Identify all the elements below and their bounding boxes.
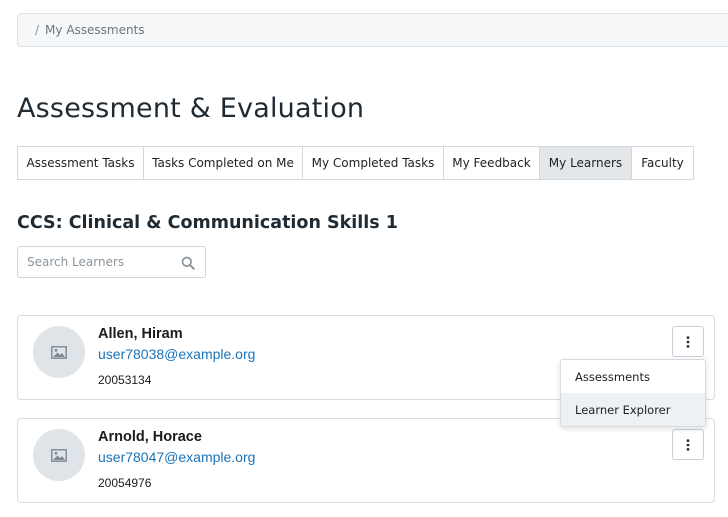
image-placeholder-icon [33,326,85,378]
learner-name: Allen, Hiram [98,326,183,342]
kebab-vertical-icon [686,335,690,348]
breadcrumb: / My Assessments [17,13,728,47]
learner-id: 20054976 [98,476,152,490]
breadcrumb-current[interactable]: My Assessments [45,23,145,37]
menu-item-learner-explorer[interactable]: Learner Explorer [561,393,705,426]
search-input[interactable] [27,248,177,276]
tab-bar: Assessment Tasks Tasks Completed on Me M… [17,146,694,180]
learner-email-link[interactable]: user78038@example.org [98,346,255,362]
page-title: Assessment & Evaluation [17,93,365,124]
learner-options-button[interactable] [672,326,704,357]
search-box [17,246,206,278]
search-icon[interactable] [181,255,195,270]
tab-my-completed-tasks[interactable]: My Completed Tasks [302,146,444,180]
image-placeholder-icon [33,429,85,481]
tab-my-feedback[interactable]: My Feedback [443,146,540,180]
course-title: CCS: Clinical & Communication Skills 1 [17,213,398,233]
breadcrumb-separator: / [35,23,40,37]
learner-options-button[interactable] [672,429,704,460]
learner-options-menu: Assessments Learner Explorer [560,359,706,427]
tab-tasks-completed-on-me[interactable]: Tasks Completed on Me [143,146,303,180]
tab-assessment-tasks[interactable]: Assessment Tasks [17,146,144,180]
learner-email-link[interactable]: user78047@example.org [98,449,255,465]
learner-id: 20053134 [98,373,152,387]
tab-faculty[interactable]: Faculty [631,146,694,180]
learner-name: Arnold, Horace [98,429,202,445]
tab-my-learners[interactable]: My Learners [539,146,632,180]
kebab-vertical-icon [686,438,690,451]
menu-item-assessments[interactable]: Assessments [561,360,705,393]
learner-card: Arnold, Horace user78047@example.org 200… [17,418,715,503]
